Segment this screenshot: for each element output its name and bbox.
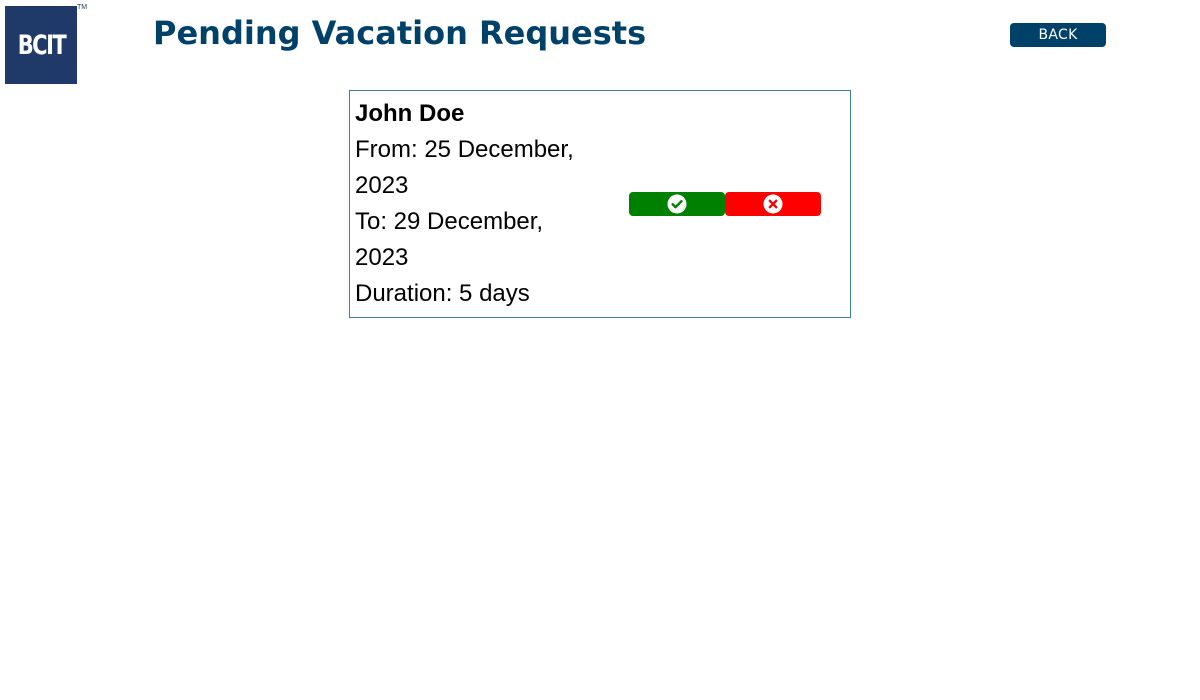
to-date-line2: 2023 [355, 244, 409, 271]
logo-text: BCIT [17, 29, 66, 61]
page-title: Pending Vacation Requests [153, 14, 647, 52]
logo-trademark: TM [77, 4, 88, 11]
approve-button[interactable] [629, 192, 725, 216]
x-circle-icon [763, 194, 783, 214]
request-info: John Doe From: 25 December, 2023 To: 29 … [355, 96, 605, 312]
from-date-line1: From: 25 December, [355, 136, 574, 163]
back-button[interactable]: BACK [1010, 23, 1106, 47]
vacation-request-card: John Doe From: 25 December, 2023 To: 29 … [349, 90, 851, 318]
employee-name: John Doe [355, 100, 465, 127]
to-date-line1: To: 29 December, [355, 208, 544, 235]
logo-box: BCIT [5, 6, 77, 84]
request-actions [629, 192, 821, 216]
duration: Duration: 5 days [355, 280, 530, 307]
from-date-line2: 2023 [355, 172, 409, 199]
bcit-logo: BCIT TM [5, 4, 88, 85]
deny-button[interactable] [725, 192, 821, 216]
check-circle-icon [667, 194, 687, 214]
